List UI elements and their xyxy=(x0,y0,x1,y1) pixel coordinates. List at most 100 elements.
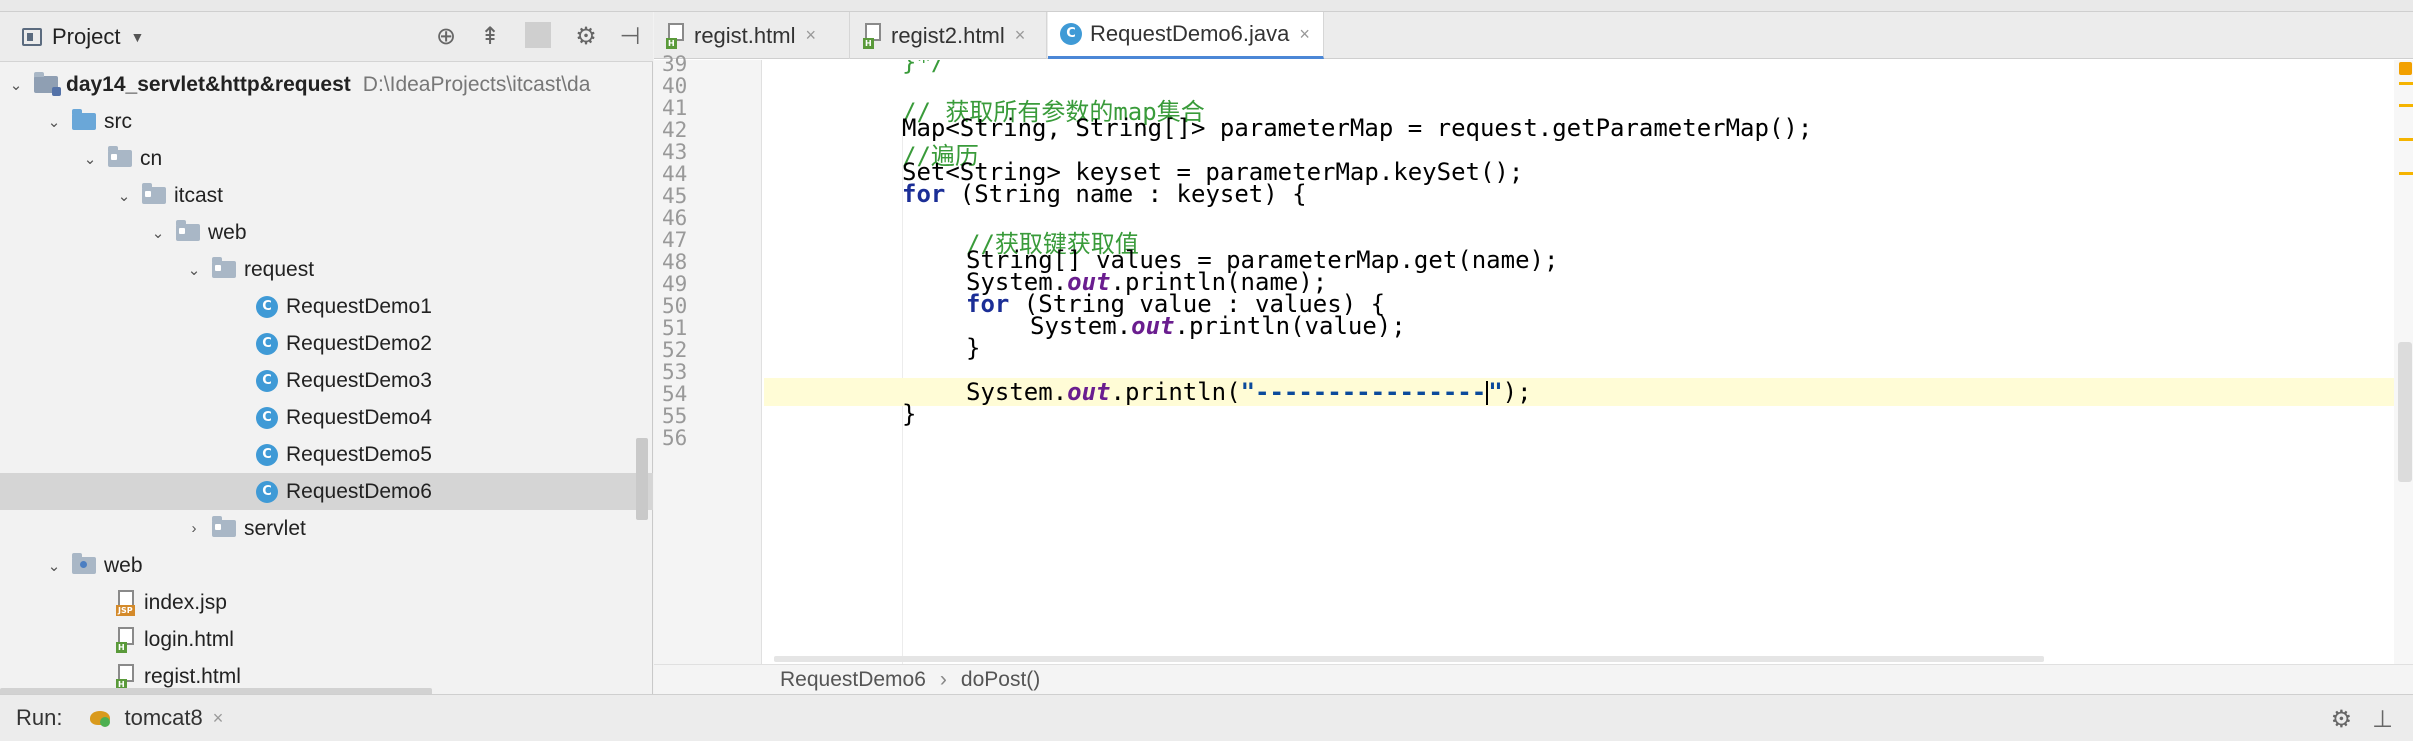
package-icon xyxy=(108,146,132,167)
class-icon: C xyxy=(256,480,278,503)
code-line-52: } xyxy=(966,334,980,362)
gear-icon[interactable]: ⚙ xyxy=(2331,705,2353,734)
run-bar-tools: ⚙ ⊥ xyxy=(2331,705,2393,734)
tab-label: regist.html xyxy=(694,22,796,48)
tab-regist2-html[interactable]: H regist2.html × xyxy=(851,12,1047,59)
chevron-right-icon[interactable]: › xyxy=(184,520,204,537)
tree-item-web-folder[interactable]: ⌄ web xyxy=(0,547,653,584)
tomcat-icon xyxy=(88,707,114,729)
tree-item-label: RequestDemo4 xyxy=(286,405,432,429)
chevron-right-icon: › xyxy=(939,667,947,691)
string-literal: "---------------- xyxy=(1240,378,1487,406)
tab-requestdemo6-java[interactable]: C RequestDemo6.java × xyxy=(1048,12,1324,59)
chevron-down-icon[interactable]: ⌄ xyxy=(148,224,168,242)
code-text: (String name : keyset) { xyxy=(945,180,1307,208)
breadcrumb: RequestDemo6 › doPost() xyxy=(654,664,2413,694)
code-text: .println(value); xyxy=(1174,312,1406,340)
keyword-for: for xyxy=(966,290,1010,318)
editor-vertical-scrollbar[interactable] xyxy=(2398,342,2412,482)
tree-item-cn[interactable]: ⌄ cn xyxy=(0,140,653,177)
code-text: System. xyxy=(1030,312,1132,340)
project-vertical-scrollbar[interactable] xyxy=(636,438,648,520)
class-icon: C xyxy=(256,443,278,466)
warning-mark[interactable] xyxy=(2399,104,2413,107)
chevron-down-icon[interactable]: ⌄ xyxy=(44,113,64,131)
project-panel-title: Project xyxy=(52,23,121,49)
tab-label: RequestDemo6.java xyxy=(1090,21,1290,46)
tree-item-module[interactable]: ⌄ day14_servlet&http&request D:\IdeaProj… xyxy=(0,66,653,103)
hide-icon[interactable]: ⊥ xyxy=(2372,705,2393,734)
chevron-down-icon[interactable]: ⌄ xyxy=(184,261,204,279)
tree-item-label: request xyxy=(244,257,315,281)
editor-horizontal-scrollbar[interactable] xyxy=(774,656,2044,662)
tree-item-login-html[interactable]: H login.html xyxy=(0,621,653,658)
module-folder-icon xyxy=(34,72,61,96)
tree-item-requestdemo5[interactable]: C RequestDemo5 xyxy=(0,436,653,473)
tree-item-src[interactable]: ⌄ src xyxy=(0,103,653,140)
chevron-down-icon[interactable]: ⌄ xyxy=(114,187,134,205)
warning-mark[interactable] xyxy=(2399,82,2413,85)
close-icon[interactable]: × xyxy=(213,708,224,729)
run-tool-window-bar: Run: tomcat8 × ⚙ ⊥ xyxy=(0,694,2413,741)
tree-item-label: web xyxy=(104,553,143,577)
tree-item-itcast[interactable]: ⌄ itcast xyxy=(0,177,653,214)
tree-item-requestdemo6[interactable]: C RequestDemo6 xyxy=(0,473,653,510)
tree-item-requestdemo4[interactable]: C RequestDemo4 xyxy=(0,399,653,436)
html-file-icon: H xyxy=(666,22,688,49)
class-icon: C xyxy=(1060,23,1082,45)
tree-item-requestdemo2[interactable]: C RequestDemo2 xyxy=(0,325,653,362)
tree-item-servlet[interactable]: › servlet xyxy=(0,510,653,547)
tree-item-request[interactable]: ⌄ request xyxy=(0,251,653,288)
code-editor: H regist.html × H regist2.html × C Reque… xyxy=(654,12,2413,694)
breadcrumb-method[interactable]: doPost() xyxy=(961,668,1040,692)
inspection-status-icon[interactable] xyxy=(2399,62,2412,75)
hide-icon[interactable]: ⊣ xyxy=(617,22,643,51)
html-file-icon: H xyxy=(116,626,138,653)
tree-item-label: RequestDemo3 xyxy=(286,368,432,392)
target-icon[interactable]: ⊕ xyxy=(433,22,459,51)
tree-item-index-jsp[interactable]: JSP index.jsp xyxy=(0,584,653,621)
project-panel: Project ▼ ⊕ ⇞ ⚙ ⊣ ⌄ day14_servlet&http&r… xyxy=(0,12,653,696)
code-line-39: }*/ xyxy=(902,60,945,76)
tree-item-label: src xyxy=(104,109,132,133)
project-icon xyxy=(22,27,42,46)
warning-mark[interactable] xyxy=(2399,172,2413,175)
close-icon[interactable]: × xyxy=(805,25,816,46)
chevron-down-icon[interactable]: ⌄ xyxy=(80,150,100,168)
html-file-icon: H xyxy=(863,22,885,49)
static-field-out: out xyxy=(1067,378,1111,406)
module-name: day14_servlet&http&request xyxy=(66,72,351,96)
close-icon[interactable]: × xyxy=(1015,25,1026,46)
code-area[interactable]: }*/ // 获取所有参数的map集合 Map<String, String[]… xyxy=(654,60,2394,664)
gear-icon[interactable]: ⚙ xyxy=(573,22,599,51)
package-icon xyxy=(142,183,166,204)
tree-item-label: index.jsp xyxy=(144,590,227,614)
tree-item-label: itcast xyxy=(174,183,224,207)
source-folder-icon xyxy=(72,109,96,130)
code-line-55: } xyxy=(902,400,916,428)
chevron-down-icon[interactable]: ⌄ xyxy=(44,557,64,575)
static-field-out: out xyxy=(1131,312,1175,340)
close-icon[interactable]: × xyxy=(1299,24,1310,45)
html-file-icon: H xyxy=(116,663,138,690)
code-text: } xyxy=(966,334,981,362)
collapse-icon[interactable]: ⇞ xyxy=(477,22,503,51)
package-icon xyxy=(212,257,236,278)
tree-item-web-package[interactable]: ⌄ web xyxy=(0,214,653,251)
warning-mark[interactable] xyxy=(2399,138,2413,141)
class-icon: C xyxy=(256,332,278,355)
code-text: }*/ xyxy=(902,60,946,76)
code-text: .println( xyxy=(1110,378,1241,406)
tree-item-requestdemo1[interactable]: C RequestDemo1 xyxy=(0,288,653,325)
jsp-file-icon: JSP xyxy=(116,589,138,616)
chevron-down-icon[interactable]: ⌄ xyxy=(6,76,26,94)
code-line-54-current: System.out.println("----------------"); xyxy=(764,378,2394,406)
run-config-tab-tomcat8[interactable]: tomcat8 × xyxy=(88,705,223,731)
package-icon xyxy=(212,516,236,537)
tree-item-label: RequestDemo6 xyxy=(286,479,432,503)
breadcrumb-class[interactable]: RequestDemo6 xyxy=(780,668,926,692)
project-view-selector[interactable]: Project ▼ xyxy=(22,24,144,50)
project-panel-header: Project ▼ ⊕ ⇞ ⚙ ⊣ xyxy=(0,12,653,62)
tree-item-requestdemo3[interactable]: C RequestDemo3 xyxy=(0,362,653,399)
tree-item-label: cn xyxy=(140,146,163,170)
